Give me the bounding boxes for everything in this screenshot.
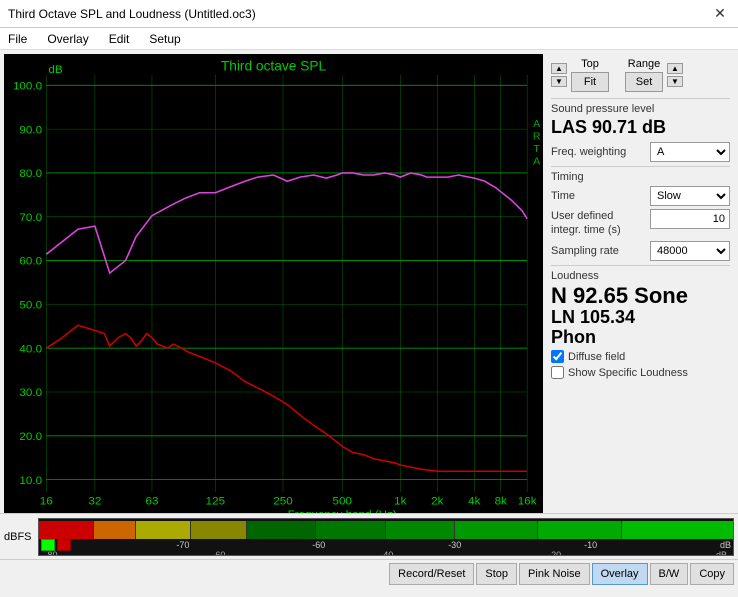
svg-text:2k: 2k: [431, 496, 444, 508]
copy-button[interactable]: Copy: [690, 563, 734, 585]
user-integr-label: User defined integr. time (s): [551, 209, 631, 238]
overlay-button[interactable]: Overlay: [592, 563, 648, 585]
bw-button[interactable]: B/W: [650, 563, 689, 585]
svg-text:32: 32: [88, 496, 101, 508]
svg-text:50.0: 50.0: [19, 300, 42, 312]
svg-text:R: R: [533, 131, 541, 143]
dbfs-label: dBFS: [4, 531, 32, 543]
top-fit-group: ▲ ▼ Top Fit: [551, 58, 609, 92]
timing-section-label: Timing: [551, 171, 730, 183]
svg-text:Frequency band (Hz): Frequency band (Hz): [288, 509, 397, 513]
user-integr-row: User defined integr. time (s): [551, 209, 730, 238]
chart-area: 100.0 90.0 80.0 70.0 60.0 50.0 40.0 30.0…: [4, 54, 543, 513]
diffuse-field-checkbox[interactable]: [551, 350, 564, 363]
svg-text:125: 125: [206, 496, 225, 508]
svg-text:16: 16: [40, 496, 53, 508]
ln-value: LN 105.34: [551, 308, 730, 328]
svg-text:10.0: 10.0: [19, 475, 42, 487]
svg-text:16k: 16k: [518, 496, 537, 508]
menu-file[interactable]: File: [4, 30, 31, 48]
svg-text:30.0: 30.0: [19, 387, 42, 399]
range-label: Range: [628, 58, 660, 70]
freq-weighting-label: Freq. weighting: [551, 146, 626, 158]
show-specific-row: Show Specific Loudness: [551, 366, 730, 379]
svg-text:A: A: [533, 156, 540, 168]
right-panel: ▲ ▼ Top Fit Range Set ▲ ▼: [543, 50, 738, 513]
loudness-section-label: Loudness: [551, 270, 730, 282]
svg-text:100.0: 100.0: [13, 81, 42, 93]
set-button[interactable]: Set: [625, 72, 663, 92]
menu-overlay[interactable]: Overlay: [43, 30, 92, 48]
record-reset-button[interactable]: Record/Reset: [389, 563, 474, 585]
svg-text:4k: 4k: [468, 496, 481, 508]
bottom-bar: Record/Reset Stop Pink Noise Overlay B/W…: [0, 559, 738, 587]
svg-text:63: 63: [145, 496, 158, 508]
freq-weighting-row: Freq. weighting ABCZ: [551, 142, 730, 162]
spl-value: LAS 90.71 dB: [551, 117, 730, 138]
svg-text:dB: dB: [48, 64, 63, 76]
freq-weighting-select[interactable]: ABCZ: [650, 142, 730, 162]
sampling-rate-select[interactable]: 441004800096000: [650, 241, 730, 261]
svg-text:40.0: 40.0: [19, 343, 42, 355]
n-value: N 92.65 Sone: [551, 284, 730, 308]
show-specific-checkbox[interactable]: [551, 366, 564, 379]
dbfs-bar: dBFS -90 -70 -60 -30 -10 dB: [0, 513, 738, 559]
time-select[interactable]: SlowFastImpulse: [650, 186, 730, 206]
stop-button[interactable]: Stop: [476, 563, 517, 585]
svg-text:500: 500: [333, 496, 352, 508]
svg-text:60.0: 60.0: [19, 256, 42, 268]
top-down-button[interactable]: ▼: [551, 76, 567, 87]
top-up-button[interactable]: ▲: [551, 63, 567, 74]
range-set-group: Range Set ▲ ▼: [625, 58, 683, 92]
range-up-button[interactable]: ▲: [667, 63, 683, 74]
svg-text:Third octave SPL: Third octave SPL: [221, 59, 327, 74]
top-label: Top: [581, 58, 599, 70]
sampling-rate-row: Sampling rate 441004800096000: [551, 241, 730, 261]
top-controls: ▲ ▼ Top Fit Range Set ▲ ▼: [551, 58, 730, 92]
svg-text:80.0: 80.0: [19, 168, 42, 180]
pink-noise-button[interactable]: Pink Noise: [519, 563, 590, 585]
spl-section-label: Sound pressure level: [551, 103, 730, 115]
svg-text:1k: 1k: [394, 496, 407, 508]
fit-button[interactable]: Fit: [571, 72, 609, 92]
phon-value: Phon: [551, 328, 730, 348]
sampling-rate-label: Sampling rate: [551, 245, 619, 257]
menubar: File Overlay Edit Setup: [0, 28, 738, 50]
svg-text:250: 250: [273, 496, 292, 508]
svg-text:90.0: 90.0: [19, 124, 42, 136]
svg-text:70.0: 70.0: [19, 212, 42, 224]
time-row: Time SlowFastImpulse: [551, 186, 730, 206]
close-button[interactable]: ✕: [710, 4, 730, 24]
time-label: Time: [551, 190, 575, 202]
svg-text:A: A: [533, 118, 540, 130]
svg-text:20.0: 20.0: [19, 431, 42, 443]
svg-text:T: T: [533, 143, 540, 155]
menu-edit[interactable]: Edit: [105, 30, 134, 48]
show-specific-label: Show Specific Loudness: [568, 367, 688, 379]
svg-text:8k: 8k: [495, 496, 508, 508]
range-down-button[interactable]: ▼: [667, 76, 683, 87]
diffuse-field-row: Diffuse field: [551, 350, 730, 363]
titlebar: Third Octave SPL and Loudness (Untitled.…: [0, 0, 738, 28]
menu-setup[interactable]: Setup: [145, 30, 184, 48]
diffuse-field-label: Diffuse field: [568, 351, 625, 363]
window-title: Third Octave SPL and Loudness (Untitled.…: [8, 7, 256, 21]
user-integr-input[interactable]: [650, 209, 730, 229]
